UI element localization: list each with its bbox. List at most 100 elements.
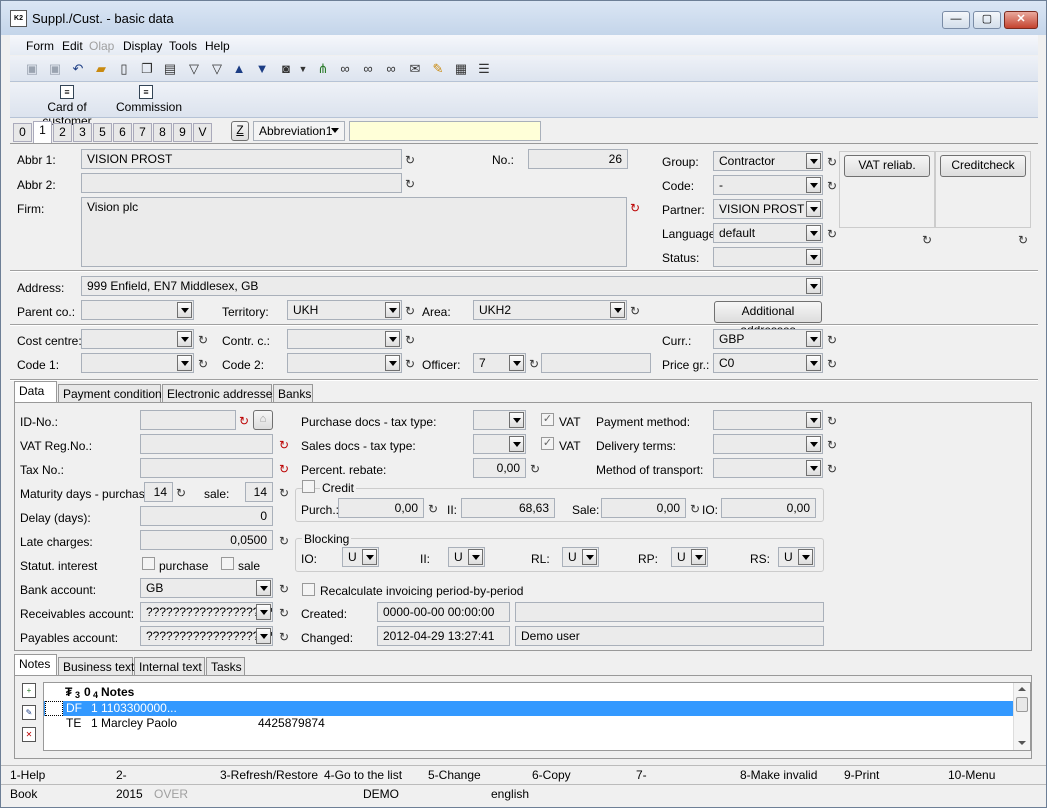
tab-9[interactable]: 9 xyxy=(173,123,192,142)
partner-select[interactable]: VISION PROST xyxy=(713,199,823,219)
menu-help[interactable]: Help xyxy=(205,39,230,53)
undo-icon[interactable]: ↶ xyxy=(70,61,86,77)
history-icon[interactable]: ↻ xyxy=(827,180,839,192)
purchase-vat-checkbox[interactable]: ✓ xyxy=(541,413,554,426)
history-icon[interactable]: ↻ xyxy=(279,487,291,499)
delivery-terms-select[interactable] xyxy=(713,434,823,454)
code-select[interactable]: - xyxy=(713,175,823,195)
sale-credit-field[interactable]: 0,00 xyxy=(601,498,686,518)
tab-3[interactable]: 3 xyxy=(73,123,92,142)
blocking-rl-select[interactable]: U xyxy=(562,547,599,567)
transport-select[interactable] xyxy=(713,458,823,478)
subtab-payment-conditions[interactable]: Payment conditions xyxy=(58,384,168,404)
maturity-purchase-field[interactable]: 14 xyxy=(144,482,173,502)
find-next-icon[interactable]: ∞ xyxy=(360,61,376,77)
fkey-7[interactable]: 7- xyxy=(636,768,647,782)
find-replace-icon[interactable]: ∞ xyxy=(383,61,399,77)
save-icon[interactable]: ▣ xyxy=(24,61,40,77)
fkey-3[interactable]: 3-Refresh/Restore xyxy=(220,768,318,782)
minimize-button[interactable]: — xyxy=(942,11,970,29)
scroll-down-icon[interactable] xyxy=(1018,741,1026,745)
scroll-up-icon[interactable] xyxy=(1018,687,1026,691)
changed-by-field[interactable]: Demo user xyxy=(515,626,824,646)
territory-select[interactable]: UKH xyxy=(287,300,402,320)
history-icon[interactable]: ↻ xyxy=(279,535,291,547)
io-credit-field[interactable]: 0,00 xyxy=(721,498,816,518)
history-icon[interactable]: ↻ xyxy=(530,463,542,475)
history-icon[interactable]: ↻ xyxy=(405,154,417,166)
language-select[interactable]: default xyxy=(713,223,823,243)
sales-vat-checkbox[interactable]: ✓ xyxy=(541,437,554,450)
area-select[interactable]: UKH2 xyxy=(473,300,627,320)
save-as-icon[interactable]: ▣ xyxy=(47,61,63,77)
menu-olap[interactable]: Olap xyxy=(89,39,114,53)
history-icon[interactable]: ↻ xyxy=(198,358,210,370)
fkey-4[interactable]: 4-Go to the list xyxy=(324,768,402,782)
history-icon[interactable]: ↻ xyxy=(198,334,210,346)
edit-document-icon[interactable]: ✎ xyxy=(430,61,446,77)
binoculars-icon[interactable]: ∞ xyxy=(337,61,353,77)
created-by-field[interactable] xyxy=(515,602,824,622)
officer-name-field[interactable] xyxy=(541,353,651,373)
maximize-button[interactable]: ▢ xyxy=(973,11,1001,29)
commission-button[interactable]: ≡ Commission xyxy=(116,85,182,114)
history-icon[interactable]: ↻ xyxy=(279,463,291,475)
fkey-9[interactable]: 9-Print xyxy=(844,768,879,782)
print-preview-icon[interactable]: ▦ xyxy=(453,61,469,77)
menu-lines-icon[interactable]: ☰ xyxy=(476,61,492,77)
history-icon[interactable]: ↻ xyxy=(279,631,291,643)
tab-2[interactable]: 2 xyxy=(53,123,72,142)
subtab-data[interactable]: Data xyxy=(14,381,57,403)
price-gr-select[interactable]: C0 xyxy=(713,353,823,373)
recalculate-checkbox[interactable] xyxy=(302,583,315,596)
table-row[interactable]: TE 1 Marcley Paolo 4425879874 xyxy=(44,716,1013,731)
blocking-rp-select[interactable]: U xyxy=(671,547,708,567)
subtab-electronic-addresses[interactable]: Electronic addresses xyxy=(162,384,278,404)
history-icon[interactable]: ↻ xyxy=(922,234,934,246)
subtab-banks[interactable]: Banks xyxy=(273,384,313,404)
sales-tax-select[interactable] xyxy=(473,434,526,454)
filter-icon[interactable]: ▽ xyxy=(186,61,202,77)
history-icon[interactable]: ↻ xyxy=(405,178,417,190)
purchase-tax-select[interactable] xyxy=(473,410,526,430)
tree-icon[interactable]: ⋔ xyxy=(315,61,331,77)
history-icon[interactable]: ↻ xyxy=(176,487,188,499)
abbr1-field[interactable]: VISION PROST xyxy=(81,149,402,169)
rebate-field[interactable]: 0,00 xyxy=(473,458,526,478)
history-icon[interactable]: ↻ xyxy=(428,503,440,515)
search-input[interactable] xyxy=(349,121,541,141)
history-icon[interactable]: ↻ xyxy=(827,156,839,168)
tab-0[interactable]: 0 xyxy=(13,123,32,142)
fkey-8[interactable]: 8-Make invalid xyxy=(740,768,817,782)
tab-8[interactable]: 8 xyxy=(153,123,172,142)
scroll-thumb[interactable] xyxy=(1016,697,1028,712)
vat-reliab-button[interactable]: VAT reliab. xyxy=(844,155,930,177)
tax-no-field[interactable] xyxy=(140,458,273,478)
group-select[interactable]: Contractor xyxy=(713,151,823,171)
curr-select[interactable]: GBP xyxy=(713,329,823,349)
history-icon[interactable]: ↻ xyxy=(529,358,541,370)
fkey-5[interactable]: 5-Change xyxy=(428,768,481,782)
arrow-up-icon[interactable]: ▲ xyxy=(231,61,247,77)
parent-co-select[interactable] xyxy=(81,300,194,320)
payment-method-select[interactable] xyxy=(713,410,823,430)
book-icon[interactable]: ▤ xyxy=(162,61,178,77)
history-icon[interactable]: ↻ xyxy=(1018,234,1030,246)
history-icon[interactable]: ↻ xyxy=(827,463,839,475)
tab-v[interactable]: V xyxy=(193,123,212,142)
copy-document-icon[interactable]: ❐ xyxy=(139,61,155,77)
history-icon[interactable]: ↻ xyxy=(827,415,839,427)
tab-5[interactable]: 5 xyxy=(93,123,112,142)
history-icon[interactable]: ↻ xyxy=(279,439,291,451)
maturity-sale-field[interactable]: 14 xyxy=(245,482,273,502)
history-icon[interactable]: ↻ xyxy=(827,439,839,451)
arrow-down-icon[interactable]: ▼ xyxy=(254,61,270,77)
camera-icon[interactable]: ◙ xyxy=(278,61,294,77)
no-field[interactable]: 26 xyxy=(528,149,628,169)
mail-icon[interactable]: ✉ xyxy=(407,61,423,77)
delay-field[interactable]: 0 xyxy=(140,506,273,526)
menu-form[interactable]: Form xyxy=(26,39,54,53)
code1-select[interactable] xyxy=(81,353,194,373)
fkey-2[interactable]: 2- xyxy=(116,768,127,782)
history-icon[interactable]: ↻ xyxy=(405,334,417,346)
